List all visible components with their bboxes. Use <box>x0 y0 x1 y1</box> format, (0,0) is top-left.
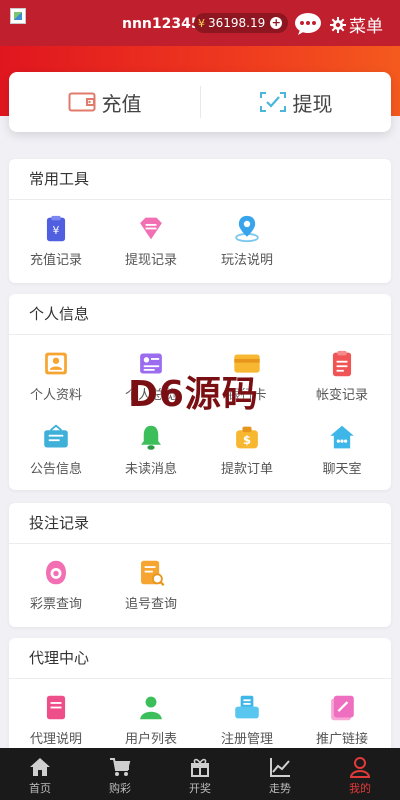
item-label: 帐变记录 <box>315 388 368 403</box>
location-pin-icon <box>235 215 259 243</box>
trend-icon <box>270 758 290 777</box>
lottery-query-icon <box>46 560 66 585</box>
bet-records-section: 投注记录 彩票查询 追号查询 <box>9 503 391 627</box>
section-title: 常用工具 <box>29 170 90 188</box>
announcement-item[interactable]: 公告信息 <box>11 409 101 477</box>
account-change-item[interactable]: 帐变记录 <box>297 335 387 403</box>
item-label: 聊天室 <box>322 462 362 477</box>
watermark-text: D6源码 <box>128 374 259 415</box>
wallet-icon <box>68 92 95 112</box>
tab-mine[interactable]: 我的 <box>320 748 400 800</box>
announcement-icon <box>44 424 68 448</box>
withdraw-button[interactable]: 提现 <box>200 72 391 132</box>
item-label: 彩票查询 <box>29 597 82 612</box>
agent-guide-item[interactable]: 代理说明 <box>11 679 101 747</box>
item-label: 提款订单 <box>220 462 273 477</box>
item-label: 推广链接 <box>315 732 368 747</box>
register-manage-item[interactable]: 注册管理 <box>202 679 292 747</box>
quick-actions-card: 充值 提现 <box>9 72 391 132</box>
withdrawal-order-item[interactable]: $ 提款订单 <box>202 409 292 477</box>
user-list-item[interactable]: 用户列表 <box>106 679 196 747</box>
withdraw-label: 提现 <box>292 91 333 116</box>
recharge-record-icon: ¥ <box>46 215 66 242</box>
agent-doc-icon <box>46 695 66 720</box>
register-manage-icon <box>235 695 259 719</box>
item-label: 提现记录 <box>124 253 177 268</box>
item-label: 代理说明 <box>29 732 82 747</box>
user-icon <box>349 757 371 778</box>
tab-label: 我的 <box>349 782 371 795</box>
gameplay-guide-item[interactable]: 玩法说明 <box>202 200 292 268</box>
tab-buy-lottery[interactable]: 购彩 <box>80 748 160 800</box>
account-change-icon <box>332 350 352 377</box>
user-list-icon <box>140 696 162 720</box>
item-label: 用户列表 <box>124 732 177 747</box>
chase-query-item[interactable]: 追号查询 <box>106 544 196 612</box>
yen-icon: ¥ <box>198 16 205 30</box>
item-label: 注册管理 <box>220 732 273 747</box>
item-label: 公告信息 <box>29 462 82 477</box>
lottery-query-item[interactable]: 彩票查询 <box>11 544 101 612</box>
bell-icon <box>141 425 161 450</box>
tab-label: 首页 <box>29 782 51 795</box>
item-label: 个人资料 <box>29 388 82 403</box>
profile-card-icon <box>45 352 67 375</box>
cart-icon <box>110 758 131 776</box>
withdraw-check-icon <box>259 92 286 112</box>
svg-text:$: $ <box>243 433 251 447</box>
tab-label: 购彩 <box>109 782 131 795</box>
bottom-tab-bar: 首页 购彩 开奖 走势 我的 <box>0 748 400 800</box>
withdraw-record-item[interactable]: 提现记录 <box>106 200 196 268</box>
section-title: 代理中心 <box>29 649 90 667</box>
plus-circle-icon: + <box>270 16 283 29</box>
broken-image-icon <box>10 8 26 24</box>
chase-query-icon <box>141 560 165 586</box>
item-label: 玩法说明 <box>220 253 273 268</box>
withdraw-record-icon <box>140 217 162 240</box>
item-label: 未读消息 <box>124 462 177 477</box>
item-label: 追号查询 <box>124 597 177 612</box>
tab-draw-results[interactable]: 开奖 <box>160 748 240 800</box>
menu-label: 菜单 <box>349 17 383 37</box>
money-bag-icon: $ <box>236 426 258 449</box>
svg-text:¥: ¥ <box>53 224 60 237</box>
unread-messages-item[interactable]: 未读消息 <box>106 409 196 477</box>
tab-label: 开奖 <box>189 782 211 795</box>
section-title: 投注记录 <box>29 514 90 532</box>
promo-link-icon <box>331 695 354 721</box>
section-title: 个人信息 <box>29 305 90 323</box>
item-label: 充值记录 <box>29 253 82 268</box>
gift-icon <box>191 758 209 777</box>
tools-section: 常用工具 ¥ 充值记录 提现记录 玩法说明 <box>9 159 391 283</box>
tab-trend[interactable]: 走势 <box>240 748 320 800</box>
chat-room-icon <box>330 425 354 449</box>
profile-item[interactable]: 个人资料 <box>11 335 101 403</box>
tab-label: 走势 <box>269 782 291 795</box>
balance-badge[interactable]: ¥ 36198.19 + <box>194 13 289 33</box>
home-icon <box>30 758 50 776</box>
menu-button[interactable]: 菜单 <box>330 12 383 37</box>
recharge-label: 充值 <box>101 91 142 116</box>
recharge-record-item[interactable]: ¥ 充值记录 <box>11 200 101 268</box>
gear-icon <box>330 16 346 33</box>
tab-home[interactable]: 首页 <box>0 748 80 800</box>
promo-link-item[interactable]: 推广链接 <box>297 679 387 747</box>
balance-amount: 36198.19 <box>208 16 266 30</box>
recharge-button[interactable]: 充值 <box>9 72 200 132</box>
chat-bubble-icon[interactable] <box>294 12 322 36</box>
chat-room-item[interactable]: 聊天室 <box>297 409 387 477</box>
